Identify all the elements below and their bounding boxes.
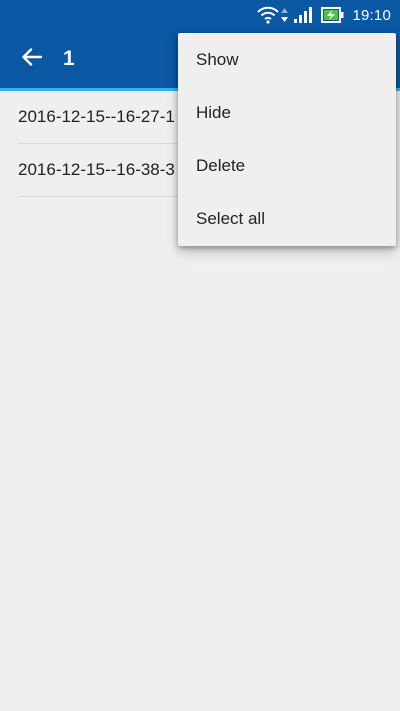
status-time: 19:10: [352, 6, 391, 24]
overflow-menu: Show Hide Delete Select all: [178, 33, 396, 246]
arrow-back-icon: [22, 47, 43, 71]
menu-item-delete[interactable]: Delete: [178, 139, 396, 192]
wifi-icon: [257, 6, 280, 24]
menu-item-hide[interactable]: Hide: [178, 86, 396, 139]
menu-item-show[interactable]: Show: [178, 33, 396, 86]
back-button[interactable]: [17, 44, 47, 74]
data-arrows-icon: [281, 8, 289, 22]
signal-icon: [294, 7, 313, 23]
battery-charging-icon: [321, 7, 344, 23]
menu-item-select-all[interactable]: Select all: [178, 192, 396, 245]
status-bar: 19:10: [0, 0, 400, 30]
page-title: 1: [63, 47, 75, 70]
